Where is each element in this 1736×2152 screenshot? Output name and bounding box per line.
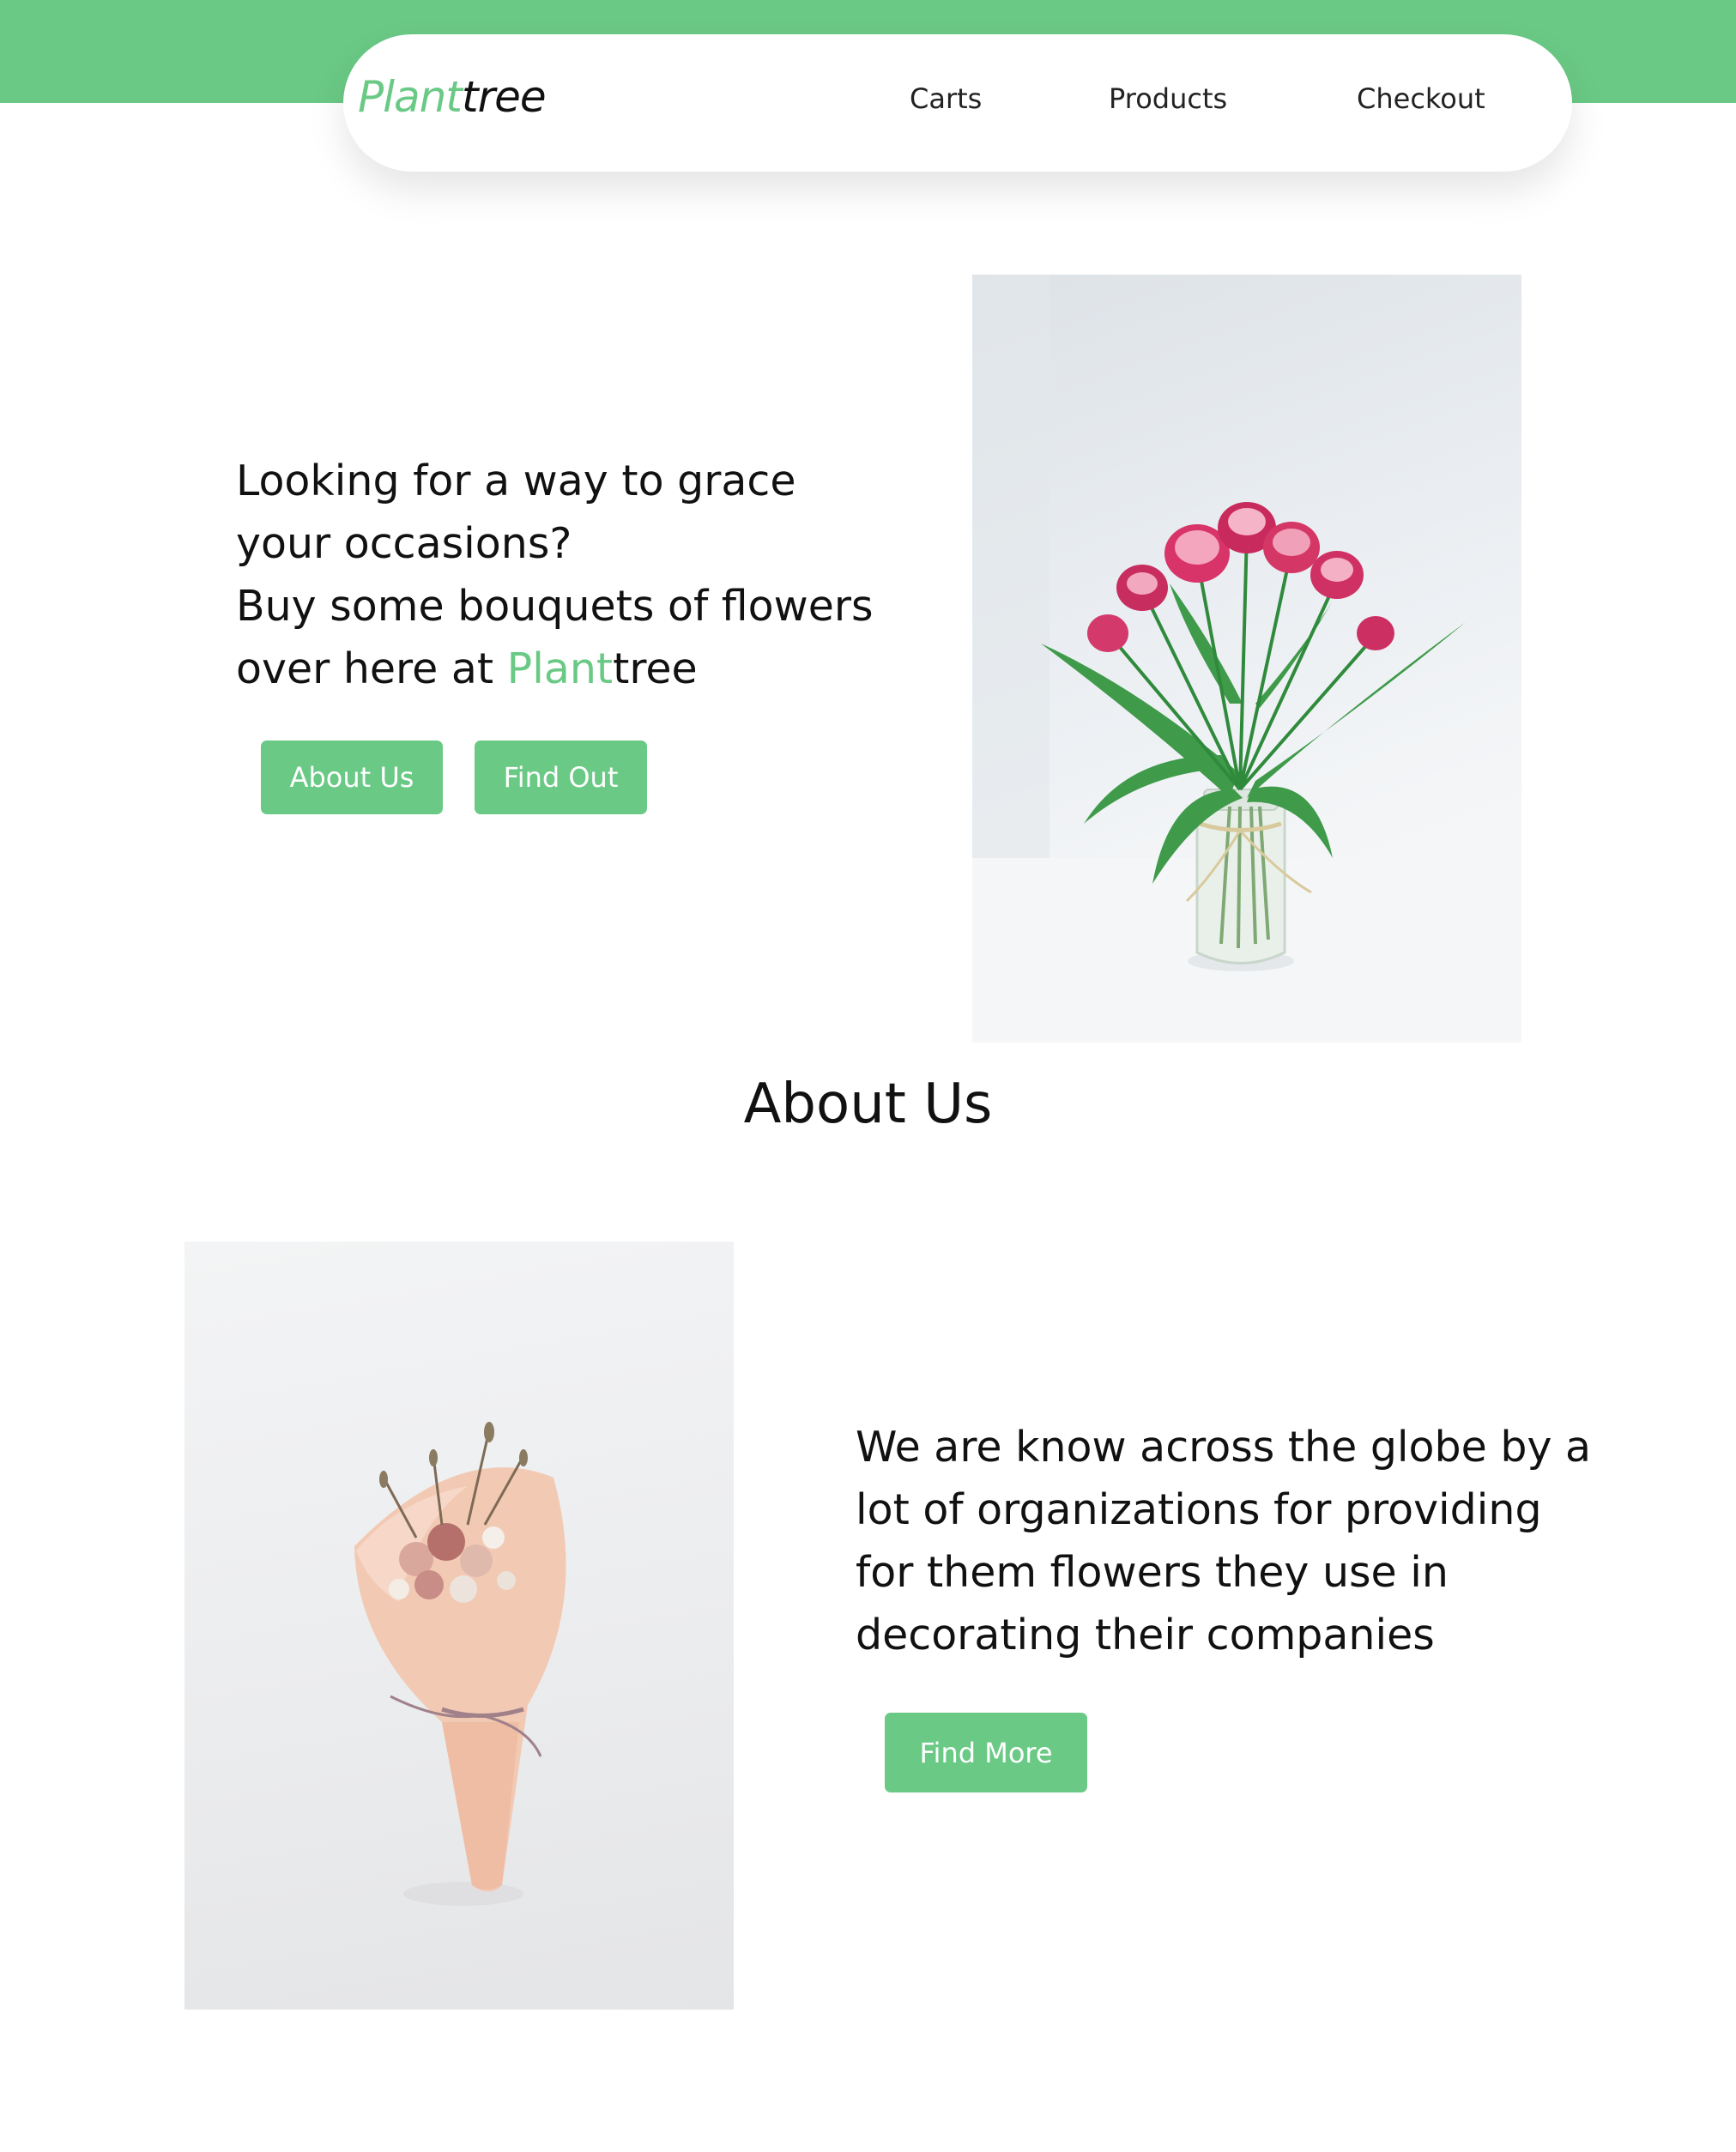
- about-description: We are know across the globe by a lot of…: [856, 1423, 1592, 1659]
- hero-line-4: over here at Planttree: [236, 638, 888, 700]
- nav-link-carts[interactable]: Carts: [910, 82, 982, 115]
- wrapped-bouquet-photo: [184, 1242, 734, 2010]
- logo[interactable]: Planttree: [358, 72, 547, 122]
- about-us-button[interactable]: About Us: [261, 741, 443, 814]
- hero-brand-accent: Plant: [506, 644, 614, 693]
- hero-line-1: Looking for a way to grace: [236, 456, 796, 505]
- hero-brand-rest: tree: [613, 644, 698, 693]
- about-section-title: About Us: [743, 1073, 993, 1136]
- tulips-illustration: [972, 275, 1521, 1043]
- nav-link-checkout[interactable]: Checkout: [1357, 82, 1485, 115]
- bouquet-illustration: [354, 1422, 566, 1906]
- navbar: Planttree Carts Products Checkout: [343, 34, 1572, 172]
- hero-line-4-prefix: over here at: [236, 644, 507, 693]
- logo-rest: tree: [461, 72, 547, 122]
- hero-line-2: your occasions?: [236, 519, 572, 568]
- hero-text: Looking for a way to grace your occasion…: [236, 450, 888, 700]
- hero-line-3: Buy some bouquets of flowers: [236, 582, 874, 631]
- nav-link-products[interactable]: Products: [1109, 82, 1227, 115]
- tulips-vase-photo: [972, 275, 1521, 1043]
- find-more-button[interactable]: Find More: [885, 1713, 1087, 1792]
- find-out-button[interactable]: Find Out: [475, 741, 647, 814]
- logo-accent: Plant: [358, 72, 463, 122]
